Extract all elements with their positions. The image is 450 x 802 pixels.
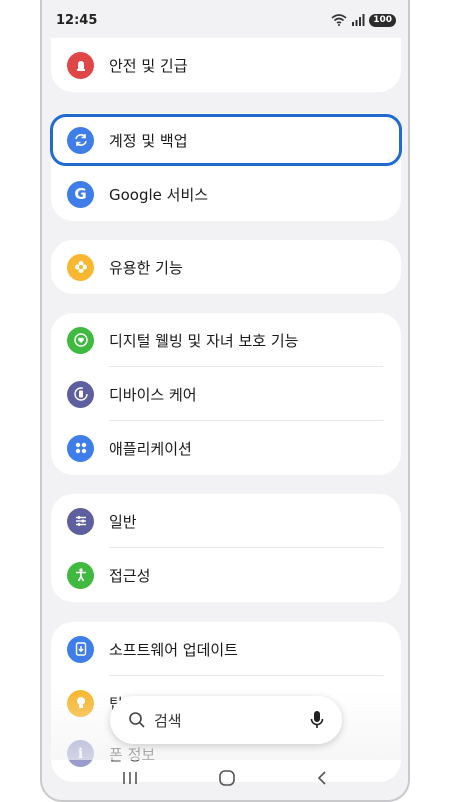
back-icon[interactable] xyxy=(315,770,329,786)
settings-item-label: 안전 및 긴급 xyxy=(109,56,188,75)
settings-item-label: Google 서비스 xyxy=(109,185,209,204)
puzzle-icon xyxy=(67,253,94,281)
phone-frame: 12:45 100 안전 및 긴급 계정 및 백업 G Google 서비스 유… xyxy=(40,0,410,802)
settings-item-accessibility[interactable]: 접근성 xyxy=(51,548,401,602)
search-bar[interactable]: 검색 xyxy=(110,696,342,744)
settings-item-google[interactable]: G Google 서비스 xyxy=(51,167,401,221)
settings-item-label: 접근성 xyxy=(109,566,151,585)
settings-item-label: 디바이스 케어 xyxy=(109,385,197,404)
settings-item-label: 유용한 기능 xyxy=(109,258,183,277)
sliders-icon xyxy=(67,507,94,535)
apps-grid-icon xyxy=(67,434,94,462)
lightbulb-icon xyxy=(67,689,94,717)
microphone-icon[interactable] xyxy=(310,710,324,730)
navigation-bar xyxy=(42,756,408,800)
recent-apps-icon[interactable] xyxy=(121,770,139,786)
heart-ring-icon xyxy=(67,326,94,354)
settings-item-device-care[interactable]: 디바이스 케어 xyxy=(51,367,401,421)
status-icons: 100 xyxy=(331,13,396,27)
home-icon[interactable] xyxy=(218,769,236,787)
search-placeholder: 검색 xyxy=(154,711,182,730)
signal-icon xyxy=(352,14,365,26)
accessibility-icon xyxy=(67,561,94,589)
settings-item-label: 일반 xyxy=(109,512,137,531)
settings-item-safety[interactable]: 안전 및 긴급 xyxy=(51,38,401,92)
settings-item-label: 소프트웨어 업데이트 xyxy=(109,640,238,659)
search-icon xyxy=(129,712,145,728)
settings-item-general[interactable]: 일반 xyxy=(51,494,401,548)
settings-item-label: 애플리케이션 xyxy=(109,439,192,458)
google-icon: G xyxy=(67,180,94,208)
settings-item-software-update[interactable]: 소프트웨어 업데이트 xyxy=(51,622,401,676)
status-time: 12:45 xyxy=(56,12,98,28)
battery-indicator: 100 xyxy=(369,13,396,27)
device-care-icon xyxy=(67,380,94,408)
settings-card-general: 일반 접근성 xyxy=(51,494,401,602)
settings-card-safety: 안전 및 긴급 xyxy=(51,38,401,92)
status-bar: 12:45 100 xyxy=(42,0,408,40)
software-update-icon xyxy=(67,635,94,663)
settings-card-useful: 유용한 기능 xyxy=(51,240,401,294)
settings-item-apps[interactable]: 애플리케이션 xyxy=(51,421,401,475)
highlight-box xyxy=(50,114,402,166)
wifi-icon xyxy=(331,14,347,26)
settings-item-label: 디지털 웰빙 및 자녀 보호 기능 xyxy=(109,331,299,350)
settings-item-useful-features[interactable]: 유용한 기능 xyxy=(51,240,401,294)
siren-icon xyxy=(67,51,94,79)
settings-item-digital-wellbeing[interactable]: 디지털 웰빙 및 자녀 보호 기능 xyxy=(51,313,401,367)
settings-card-wellbeing: 디지털 웰빙 및 자녀 보호 기능 디바이스 케어 애플리케이션 xyxy=(51,313,401,475)
